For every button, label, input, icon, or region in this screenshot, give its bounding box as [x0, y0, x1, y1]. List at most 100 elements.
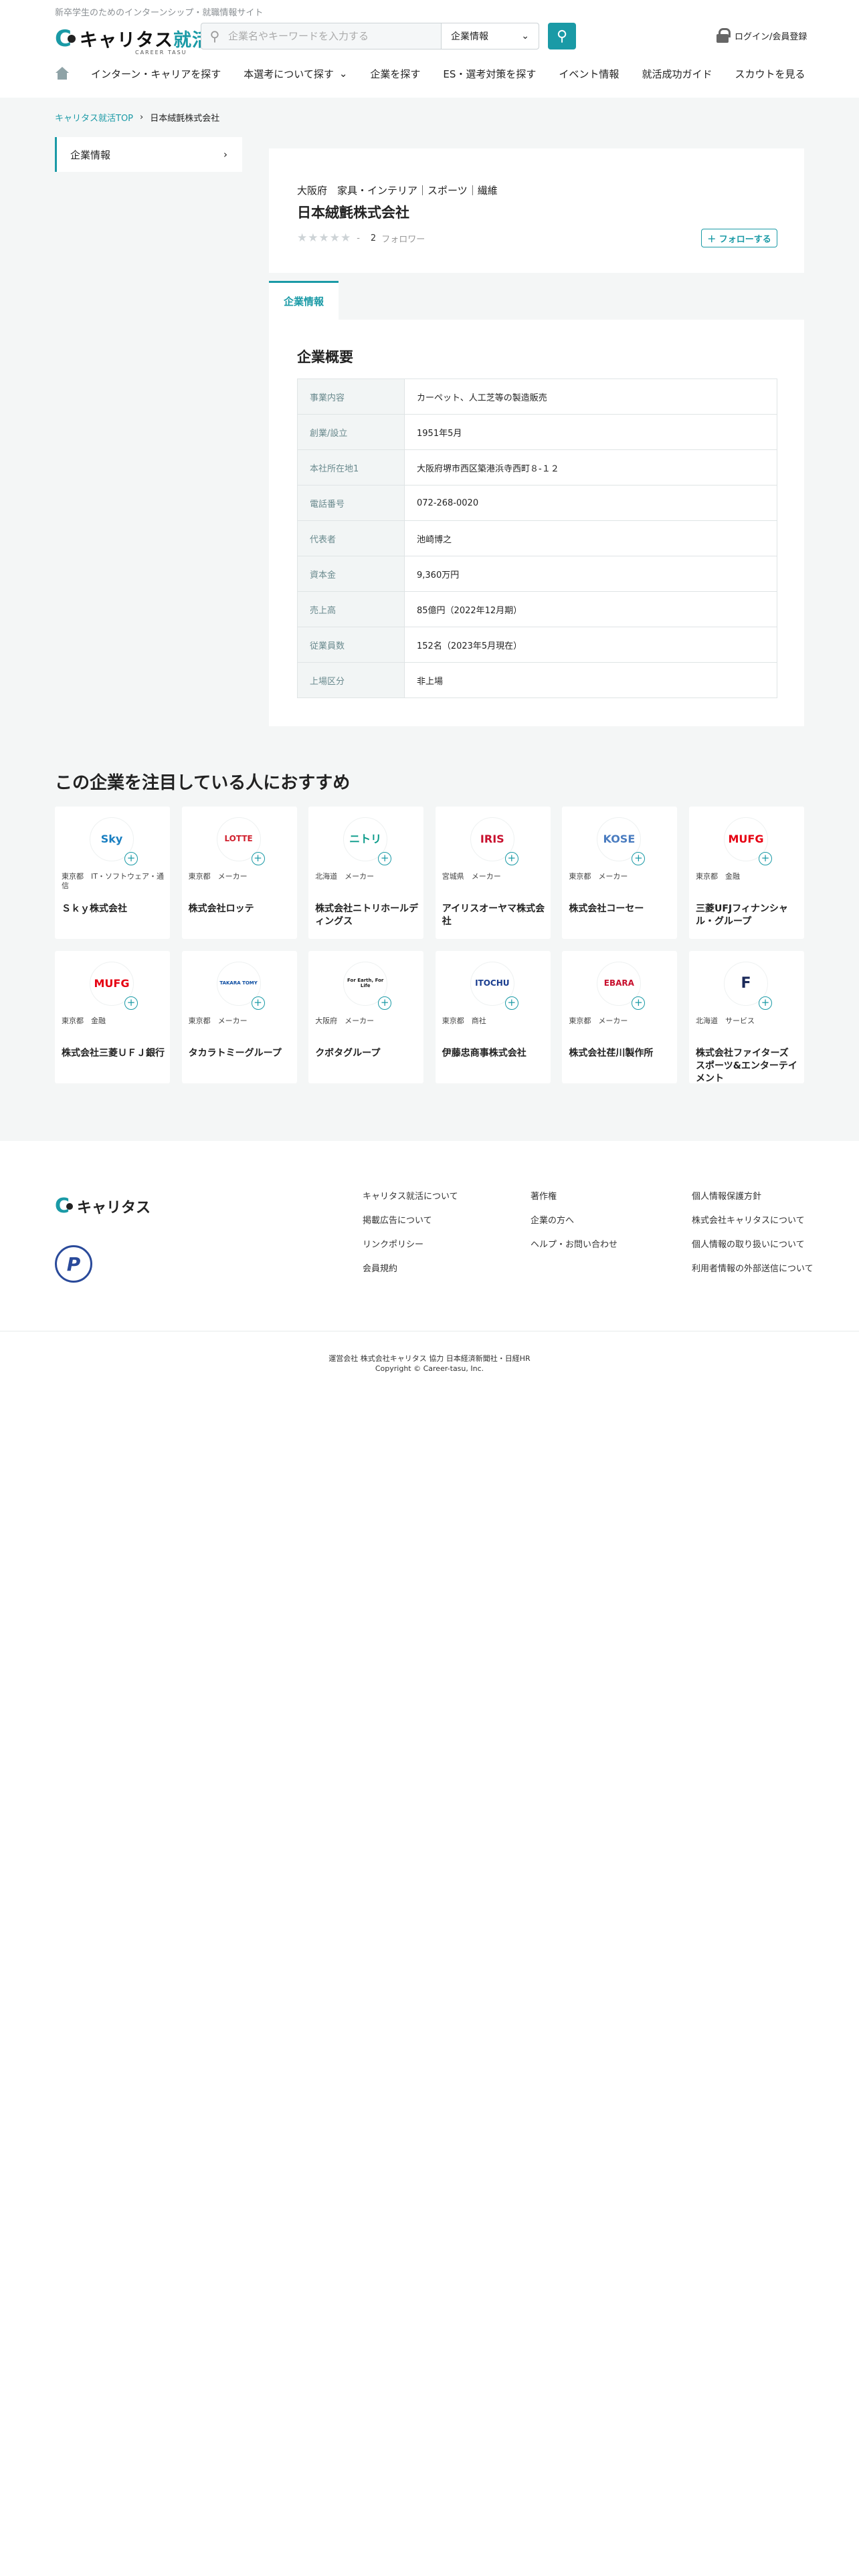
footer-link[interactable]: 企業の方へ — [531, 1209, 617, 1233]
follow-plus-icon[interactable]: + — [378, 996, 392, 1010]
recommend-card[interactable]: Sky + 東京都 IT・ソフトウェア・通信 Ｓｋｙ株式会社 — [55, 807, 170, 939]
follower-label: フォロワー — [381, 234, 425, 245]
logo-text: キャリタス就活 — [79, 30, 211, 51]
footer-logo[interactable]: C キャリタス — [55, 1194, 151, 1218]
overview-key: 資本金 — [297, 556, 405, 592]
recommend-card[interactable]: F + 北海道 サービス株式会社ファイターズ スポーツ&エンターテイメント — [689, 951, 804, 1084]
chevron-down-icon: ⌄ — [521, 31, 529, 41]
follow-plus-icon[interactable]: + — [378, 852, 392, 865]
follow-plus-icon[interactable]: + — [632, 996, 646, 1010]
recommend-company-name: タカラトミーグループ — [188, 1048, 282, 1059]
follow-plus-icon[interactable]: + — [504, 852, 518, 865]
company-logo-text: ITOCHU — [475, 978, 510, 988]
follow-plus-icon[interactable]: + — [504, 996, 518, 1010]
nav-item-es[interactable]: ES・選考対策を探す — [443, 67, 536, 81]
operator-text: 運営会社 株式会社キャリタス 協力 日本経済新聞社・日経HR — [328, 1354, 531, 1363]
nav-item-selection[interactable]: 本選考について探す ⌄ — [244, 67, 347, 81]
overview-key: 売上高 — [297, 591, 405, 627]
follow-plus-icon[interactable]: + — [632, 852, 646, 865]
overview-value: 072-268-0020 — [404, 485, 777, 521]
follow-plus-icon[interactable]: + — [124, 996, 138, 1010]
logo-subtext: CAREER TASU — [135, 49, 187, 56]
nav-item-events[interactable]: イベント情報 — [559, 67, 619, 81]
search-icon: ⚲ — [209, 28, 220, 44]
follow-plus-icon[interactable]: + — [759, 852, 772, 865]
recommend-card[interactable]: MUFG + 東京都 金融 三菱UFJフィナンシャル・グループ — [689, 807, 804, 939]
overview-key: 電話番号 — [297, 485, 405, 521]
recommend-meta: 北海道 サービス — [696, 1016, 755, 1025]
search-bar: ⚲ 企業情報 ⌄ — [201, 23, 539, 49]
footer-link[interactable]: 著作権 — [531, 1185, 617, 1209]
overview-key: 事業内容 — [297, 379, 405, 415]
home-icon[interactable] — [55, 67, 70, 80]
recommend-meta: 東京都 商社 — [442, 1016, 486, 1025]
nav-item-guide[interactable]: 就活成功ガイド — [642, 67, 712, 81]
overview-value: 大阪府堺市西区築港浜寺西町８-１２ — [404, 449, 777, 486]
search-input[interactable] — [228, 30, 441, 42]
sidebar-item-label: 企業情報 — [70, 148, 111, 161]
footer-link[interactable]: 株式会社キャリタスについて — [692, 1209, 814, 1233]
nav-item-scout[interactable]: スカウトを見る — [735, 67, 805, 81]
recommend-card[interactable]: For Earth, For Life + 大阪府 メーカー クボタグループ — [308, 951, 424, 1083]
recommend-meta: 東京都 金融 — [696, 872, 740, 881]
recommend-company-name: 伊藤忠商事株式会社 — [442, 1048, 527, 1059]
overview-row: 創業/設立 1951年5月 — [297, 414, 777, 450]
logo-dot — [67, 34, 76, 43]
overview-value: 9,360万円 — [404, 556, 777, 592]
recommend-card[interactable]: TAKARA TOMY + 東京都 メーカー タカラトミーグループ — [181, 951, 297, 1083]
recommend-card[interactable]: EBARA + 東京都 メーカー 株式会社荏川製作所 — [562, 951, 678, 1083]
recommend-meta: 東京都 メーカー — [188, 872, 248, 881]
footer-link[interactable]: リンクポリシー — [363, 1233, 458, 1257]
overview-value: 池崎博之 — [404, 520, 777, 556]
follow-plus-icon[interactable]: + — [251, 852, 265, 865]
follow-button[interactable]: ＋ フォローする — [701, 229, 777, 247]
overview-table: 事業内容 カーペット、人工芝等の製造販売 創業/設立 1951年5月 本社所在地1 大阪府… — [297, 379, 777, 698]
recommend-card[interactable]: ニトリ + 北海道 メーカー 株式会社ニトリホールディングス — [308, 807, 424, 939]
overview-row: 事業内容 カーペット、人工芝等の製造販売 — [297, 379, 777, 415]
recommend-company-name: 株式会社ファイターズ スポーツ&エンターテイメント — [696, 1048, 797, 1084]
footer-link[interactable]: キャリタス就活について — [363, 1185, 458, 1209]
company-logo-text: F — [741, 974, 751, 992]
overview-value: 85億円（2022年12月期） — [404, 591, 777, 627]
overview-row: 本社所在地1 大阪府堺市西区築港浜寺西町８-１２ — [297, 449, 777, 486]
nav-label: 本選考について探す — [244, 68, 334, 80]
tab-company-info[interactable]: 企業情報 — [269, 281, 339, 320]
company-logo-text: KOSE — [603, 833, 636, 846]
nav-item-companies[interactable]: 企業を探す — [370, 67, 420, 81]
recommend-card[interactable]: ITOCHU + 東京都 商社伊藤忠商事株式会社 — [435, 951, 551, 1083]
overview-row: 売上高 85億円（2022年12月期） — [297, 591, 777, 627]
search-button[interactable]: ⚲ — [548, 23, 576, 49]
recommend-card[interactable]: IRIS + 宮城県 メーカー アイリスオーヤマ株式会社 — [435, 807, 551, 939]
follow-plus-icon[interactable]: + — [124, 852, 138, 865]
footer-link[interactable]: 個人情報の取り扱いについて — [692, 1233, 814, 1257]
footer-link[interactable]: 個人情報保護方針 — [692, 1185, 814, 1209]
company-name: 日本絨氈株式会社 — [297, 205, 409, 221]
nav-label: インターン・キャリアを探す — [91, 68, 221, 80]
follow-plus-icon[interactable]: + — [251, 996, 265, 1010]
recommend-card[interactable]: KOSE + 東京都 メーカー 株式会社コーセー — [562, 807, 678, 939]
sidebar-item-company-info[interactable]: 企業情報 › — [55, 137, 242, 172]
search-category-select[interactable]: 企業情報 ⌄ — [441, 23, 539, 49]
company-logo-text: MUFG — [728, 833, 764, 846]
nav-label: スカウトを見る — [735, 68, 805, 80]
breadcrumb-top-link[interactable]: キャリタス就活TOP — [55, 111, 133, 124]
recommend-company-name: アイリスオーヤマ株式会社 — [442, 903, 545, 927]
overview-key: 創業/設立 — [297, 414, 405, 450]
nav-label: イベント情報 — [559, 68, 619, 80]
follow-plus-icon[interactable]: + — [759, 996, 772, 1010]
footer-link[interactable]: 掲載広告について — [363, 1209, 458, 1233]
site-logo[interactable]: C キャリタス就活 CAREER TASU — [55, 25, 211, 56]
overview-value: カーペット、人工芝等の製造販売 — [404, 379, 777, 415]
nav-item-intern[interactable]: インターン・キャリアを探す — [91, 67, 221, 81]
footer-link[interactable]: ヘルプ・お問い合わせ — [531, 1233, 617, 1257]
login-link[interactable]: ログイン/会員登録 — [716, 28, 807, 43]
company-logo-text: ニトリ — [349, 833, 382, 846]
recommend-card[interactable]: LOTTE + 東京都 メーカー 株式会社ロッテ — [181, 807, 297, 939]
footer-link[interactable]: 利用者情報の外部送信について — [692, 1257, 814, 1281]
nav-label: 就活成功ガイド — [642, 68, 712, 80]
overview-row: 資本金 9,360万円 — [297, 556, 777, 592]
recommend-card[interactable]: MUFG + 東京都 金融 株式会社三菱ＵＦＪ銀行 — [55, 951, 170, 1083]
footer-link[interactable]: 会員規約 — [363, 1257, 458, 1281]
recommend-company-name: 株式会社コーセー — [569, 903, 644, 914]
lock-icon — [716, 28, 731, 43]
